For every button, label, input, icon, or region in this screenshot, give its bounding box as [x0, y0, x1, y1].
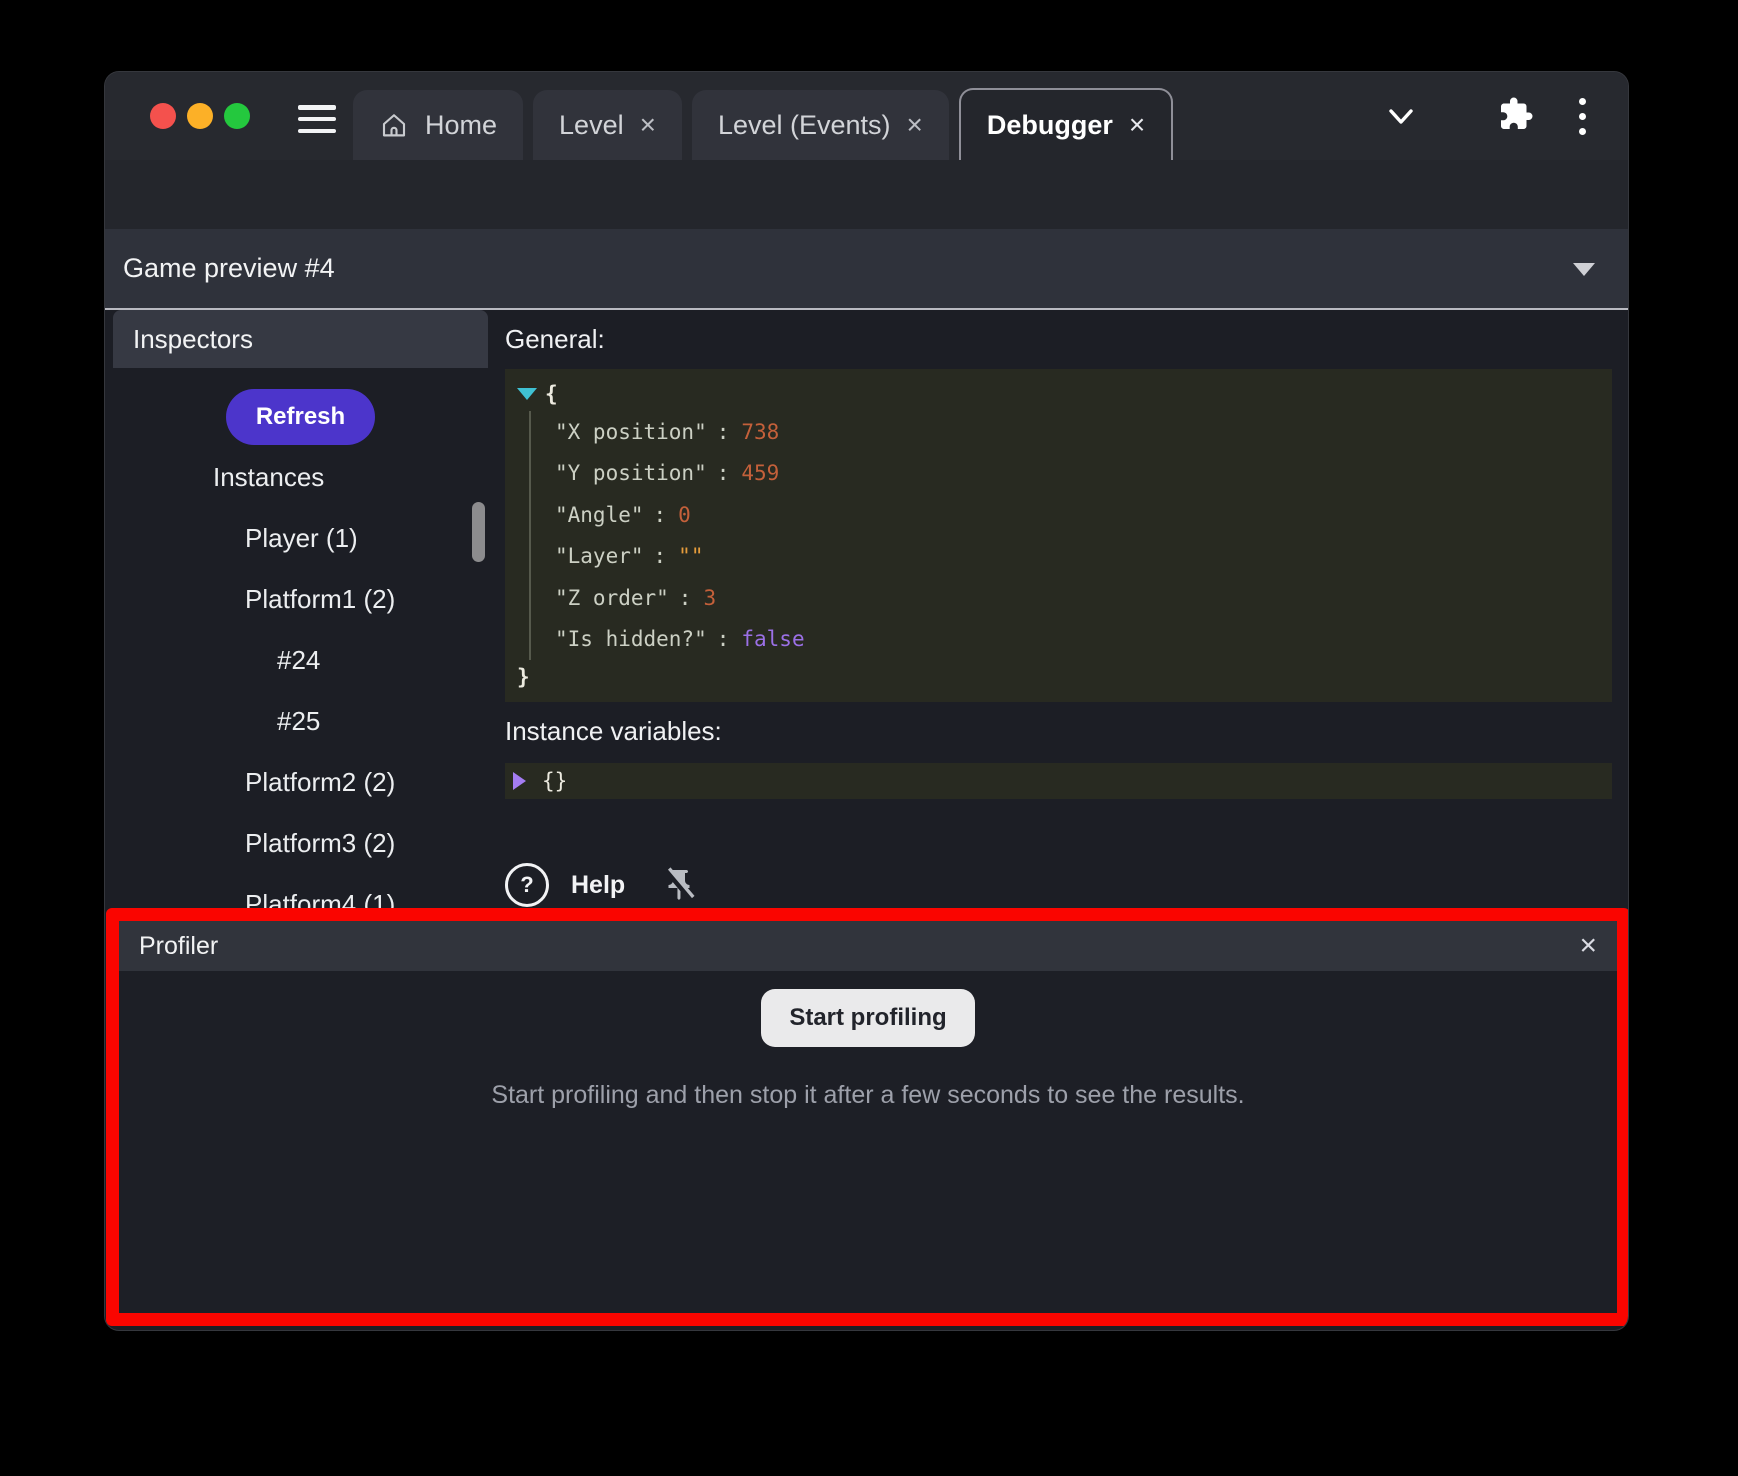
window-controls — [150, 103, 250, 129]
game-preview-title: Game preview #4 — [123, 229, 335, 308]
json-property-row: "Y position" : 459 — [555, 453, 1602, 495]
sidebar-instance-item[interactable]: Platform2 (2) — [113, 752, 488, 813]
debugger-toolbar: > Pause — [105, 160, 1628, 229]
json-close-row: } — [517, 660, 1602, 694]
general-label: General: — [505, 324, 1612, 355]
kebab-menu-icon[interactable] — [1577, 98, 1587, 135]
close-brace: } — [517, 665, 530, 689]
expand-triangle-icon[interactable] — [513, 772, 526, 790]
sidebar-instance-item[interactable]: Platform1 (2) — [113, 569, 488, 630]
sidebar-item-label: Player (1) — [245, 523, 358, 554]
json-value[interactable]: 0 — [678, 503, 691, 527]
profiler-body: Start profiling Start profiling and then… — [119, 971, 1617, 1110]
json-key: "Is hidden?" — [555, 627, 707, 651]
close-tab-icon[interactable]: × — [1129, 111, 1145, 139]
chevron-down-icon[interactable] — [1388, 108, 1414, 126]
tab-home[interactable]: Home — [353, 90, 523, 160]
sidebar-instance-item[interactable]: #25 — [113, 691, 488, 752]
sidebar-instance-item[interactable]: Player (1) — [113, 508, 488, 569]
sidebar-item-label: Platform2 (2) — [245, 767, 395, 798]
help-question-icon[interactable]: ? — [505, 863, 549, 907]
instances-list: Instances Player (1) Platform1 (2) #24 — [113, 447, 488, 935]
sidebar-instance-item[interactable]: #24 — [113, 630, 488, 691]
refresh-button[interactable]: Refresh — [226, 389, 375, 445]
close-tab-icon[interactable]: × — [640, 111, 656, 139]
profiler-panel: Profiler × Start profiling Start profili… — [106, 908, 1628, 1326]
open-brace: { — [545, 382, 558, 406]
game-preview-selector[interactable]: Game preview #4 — [105, 229, 1628, 310]
json-value[interactable]: 459 — [741, 461, 779, 485]
json-property-row: "X position" : 738 — [555, 411, 1602, 453]
extensions-puzzle-icon[interactable] — [1498, 96, 1534, 132]
inspector-detail-panel: General: { "X position" : 738 — [505, 310, 1612, 907]
close-profiler-icon[interactable]: × — [1579, 931, 1597, 961]
sidebar-item-label: #25 — [277, 706, 320, 737]
json-key: "X position" — [555, 420, 707, 444]
sidebar-item-label: Instances — [213, 462, 324, 493]
titlebar: Home Level × Level (Events) × Debugger × — [105, 72, 1628, 160]
dropdown-caret-icon[interactable] — [1573, 263, 1595, 276]
tab-bar: Home Level × Level (Events) × Debugger × — [353, 90, 1173, 160]
hamburger-menu-icon[interactable] — [298, 105, 336, 133]
json-colon: : — [717, 420, 730, 444]
profiler-header: Profiler × — [119, 921, 1617, 971]
gdevelop-debugger-window: Home Level × Level (Events) × Debugger × — [105, 72, 1628, 1330]
instance-variables-label: Instance variables: — [505, 716, 1612, 747]
json-rows: "X position" : 738 "Y position" : 459 "A… — [529, 411, 1602, 660]
general-json-viewer: { "X position" : 738 "Y position" : — [505, 369, 1612, 702]
json-property-row: "Z order" : 3 — [555, 577, 1602, 619]
json-property-row: "Angle" : 0 — [555, 494, 1602, 536]
json-key: "Z order" — [555, 586, 669, 610]
sidebar-item-label: Platform3 (2) — [245, 828, 395, 859]
profiler-description: Start profiling and then stop it after a… — [119, 1081, 1617, 1110]
collapse-triangle-icon[interactable] — [517, 388, 537, 400]
profiler-title: Profiler — [139, 932, 218, 961]
refresh-row: Refresh — [113, 386, 488, 447]
inspectors-header: Inspectors — [113, 310, 488, 368]
pin-off-icon[interactable] — [661, 866, 697, 904]
json-value[interactable]: 738 — [741, 420, 779, 444]
tab-label: Home — [425, 110, 497, 141]
tab-level[interactable]: Level × — [533, 90, 682, 160]
instance-variables-json-viewer[interactable]: {} — [505, 763, 1612, 799]
json-key: "Angle" — [555, 503, 644, 527]
help-row: ? Help — [505, 863, 1612, 907]
json-key: "Layer" — [555, 544, 644, 568]
tab-label: Debugger — [987, 110, 1113, 141]
json-colon: : — [717, 627, 730, 651]
json-colon: : — [717, 461, 730, 485]
json-root-row[interactable]: { — [517, 377, 1602, 411]
tab-level-events[interactable]: Level (Events) × — [692, 90, 949, 160]
sidebar-scrollbar-thumb[interactable] — [472, 502, 485, 562]
tab-debugger[interactable]: Debugger × — [959, 88, 1173, 160]
json-property-row: "Is hidden?" : false — [555, 619, 1602, 661]
json-colon: : — [654, 503, 667, 527]
close-tab-icon[interactable]: × — [907, 111, 923, 139]
json-colon: : — [654, 544, 667, 568]
maximize-window-button[interactable] — [224, 103, 250, 129]
tab-label: Level (Events) — [718, 110, 891, 141]
json-key: "Y position" — [555, 461, 707, 485]
json-value[interactable]: false — [741, 627, 804, 651]
sidebar-item-label: Platform1 (2) — [245, 584, 395, 615]
minimize-window-button[interactable] — [187, 103, 213, 129]
json-value[interactable]: "" — [678, 544, 703, 568]
close-window-button[interactable] — [150, 103, 176, 129]
variables-value: {} — [542, 769, 567, 793]
home-icon — [379, 110, 409, 140]
json-property-row: "Layer" : "" — [555, 536, 1602, 578]
inspectors-tree: Refresh Instances Player (1) Plat — [113, 368, 488, 935]
sidebar-instance-item[interactable]: Platform3 (2) — [113, 813, 488, 874]
tab-label: Level — [559, 110, 624, 141]
sidebar-item-label: #24 — [277, 645, 320, 676]
help-label[interactable]: Help — [571, 871, 625, 900]
sidebar-instance-item[interactable]: Instances — [113, 447, 488, 508]
json-colon: : — [679, 586, 692, 610]
start-profiling-button[interactable]: Start profiling — [761, 989, 974, 1047]
json-value[interactable]: 3 — [703, 586, 716, 610]
